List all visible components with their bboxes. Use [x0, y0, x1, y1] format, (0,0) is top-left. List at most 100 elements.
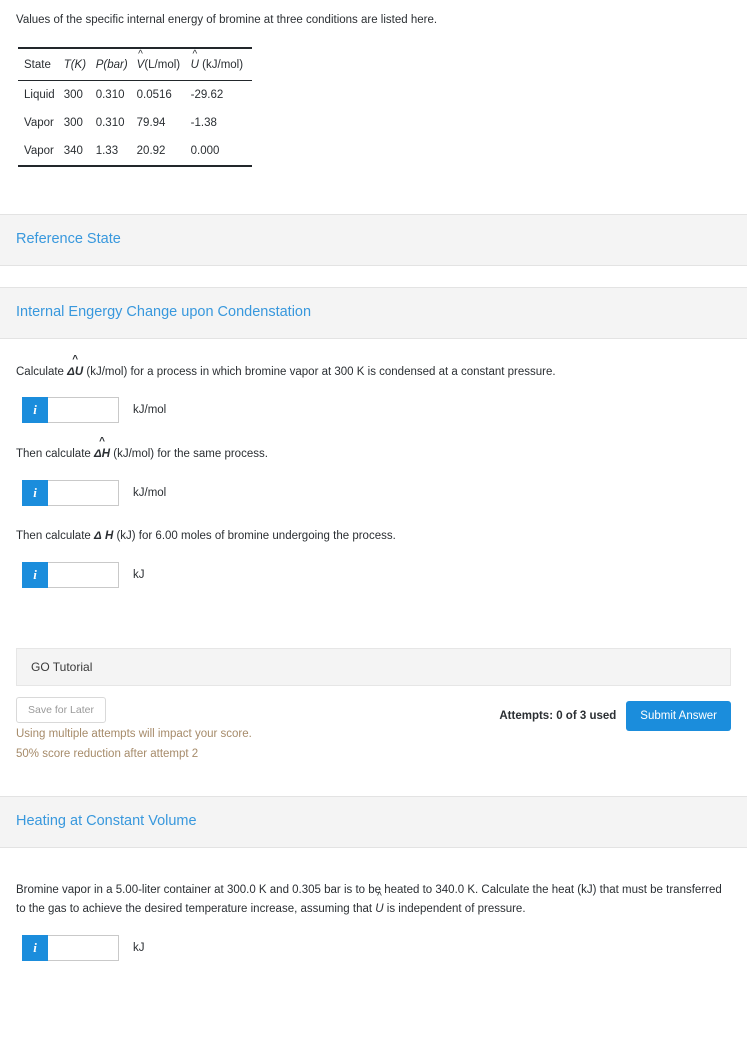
- cell-temperature: 300: [63, 116, 83, 129]
- cell-state: Liquid: [24, 88, 55, 101]
- q2-prefix: Then calculate: [16, 448, 91, 461]
- intro-text: Values of the specific internal energy o…: [16, 14, 438, 26]
- save-for-later-button[interactable]: Save for Later: [16, 696, 106, 723]
- tutorial-wrap: GO Tutorial: [16, 610, 731, 686]
- section-title-reference-state[interactable]: Reference State: [16, 231, 731, 248]
- answer-row-2: i kJ/mol: [22, 480, 731, 507]
- cell-state: Vapor: [24, 116, 54, 129]
- energy-unit: (kJ/mol): [202, 58, 244, 71]
- question-2-text: Then calculate ^ ΔH (kJ/mol) for the same…: [16, 437, 731, 464]
- attempt-warning-line-1: Using multiple attempts will impact your…: [16, 727, 252, 740]
- table-bottom-spacer: [0, 167, 747, 214]
- answer-input-delta-u[interactable]: [48, 397, 119, 424]
- heating-body: Bromine vapor in a 5.00-liter container …: [0, 848, 747, 961]
- q2-delta: Δ: [94, 448, 102, 461]
- section-heating[interactable]: Heating at Constant Volume: [0, 796, 747, 849]
- cell-pressure: 0.310: [95, 88, 125, 101]
- action-bar: Save for Later Using multiple attempts w…: [16, 686, 731, 762]
- answer-row-3: i kJ: [22, 561, 731, 588]
- bromine-properties-table: State T(K) P(bar) ^ V(L/mol) ^ U (kJ/mol) …: [18, 46, 253, 167]
- q1-variable: U: [74, 365, 84, 378]
- hat-accent-icon: ^: [138, 48, 143, 60]
- submit-answer-button[interactable]: Submit Answer: [626, 700, 731, 731]
- info-icon-button-3[interactable]: i: [22, 561, 48, 588]
- volume-letter: V: [136, 58, 145, 71]
- volume-unit: (L/mol): [144, 58, 181, 71]
- table-row: Liquid 300 0.310 0.0516 -29.62: [18, 80, 252, 109]
- action-bar-right: Attempts: 0 of 3 used Submit Answer: [499, 697, 731, 731]
- action-bar-left: Save for Later Using multiple attempts w…: [16, 696, 252, 762]
- hat-accent-icon: ^: [377, 891, 382, 903]
- section-reference-state[interactable]: Reference State: [0, 213, 747, 266]
- cell-volume: 0.0516: [136, 88, 172, 101]
- cell-energy: -29.62: [190, 88, 224, 101]
- table-head: State T(K) P(bar) ^ V(L/mol) ^ U (kJ/mol): [18, 48, 253, 81]
- hat-accent-icon: ^: [192, 48, 198, 60]
- cell-pressure: 0.310: [95, 116, 125, 129]
- column-header-specific-energy: ^ U (kJ/mol): [191, 48, 252, 81]
- q1-delta-u-symbol: ^ ΔU: [67, 354, 84, 382]
- unit-label-heating: kJ: [133, 941, 145, 954]
- hat-accent-icon: ^: [72, 353, 79, 365]
- table-row: Vapor 300 0.310 79.94 -1.38: [18, 109, 252, 137]
- unit-label-2: kJ/mol: [133, 487, 167, 500]
- column-header-state: State: [24, 58, 51, 71]
- heating-line-2-suffix: is independent of pressure.: [386, 903, 526, 916]
- q2-suffix: (kJ/mol) for the same process.: [113, 448, 268, 461]
- heating-question-text: Bromine vapor in a 5.00-liter container …: [16, 882, 728, 919]
- section-title-condensation[interactable]: Internal Engergy Change upon Condenstati…: [16, 304, 731, 321]
- q1-prefix: Calculate: [16, 365, 64, 378]
- answer-input-delta-h[interactable]: [48, 480, 119, 507]
- condensation-body: Calculate ^ ΔU (kJ/mol) for a process in …: [0, 339, 747, 771]
- attempts-counter: Attempts: 0 of 3 used: [499, 709, 617, 722]
- cell-temperature: 340: [63, 144, 83, 157]
- table-row: Vapor 340 1.33 20.92 0.000: [18, 137, 252, 166]
- cell-pressure: 1.33: [95, 144, 119, 157]
- answer-input-total-h[interactable]: [48, 561, 119, 588]
- q1-delta: Δ: [67, 365, 75, 378]
- hat-accent-icon: ^: [99, 436, 105, 448]
- unit-label-1: kJ/mol: [133, 404, 167, 417]
- cell-volume: 79.94: [136, 116, 166, 129]
- heating-u-hat-symbol: ^ U: [375, 892, 384, 919]
- q3-suffix: (kJ) for 6.00 moles of bromine undergoin…: [116, 530, 396, 543]
- q3-prefix: Then calculate: [16, 530, 91, 543]
- answer-row-1: i kJ/mol: [22, 397, 731, 424]
- info-icon-button-1[interactable]: i: [22, 397, 48, 424]
- intro-block: Values of the specific internal energy o…: [0, 0, 747, 167]
- q3-delta: Δ: [94, 530, 102, 543]
- cell-energy: 0.000: [190, 144, 220, 157]
- heating-line-1: Bromine vapor in a 5.00-liter container …: [16, 884, 663, 897]
- temperature-symbol: T(K): [63, 58, 87, 71]
- question-3-text: Then calculate Δ H (kJ) for 6.00 moles o…: [16, 528, 731, 546]
- energy-hat-symbol: ^ U: [190, 49, 199, 71]
- answer-input-heat[interactable]: [48, 934, 119, 961]
- section-gap: [0, 265, 747, 287]
- section-condensation[interactable]: Internal Engergy Change upon Condenstati…: [0, 286, 747, 339]
- q2-delta-h-symbol: ^ ΔH: [94, 437, 110, 464]
- info-icon-button-heating[interactable]: i: [22, 934, 48, 961]
- pre-heating-gap: [0, 770, 747, 797]
- answer-row-heating: i kJ: [22, 934, 731, 961]
- table-body: Liquid 300 0.310 0.0516 -29.62 Vapor 300…: [18, 80, 252, 166]
- pressure-symbol: P(bar): [95, 58, 128, 71]
- section-title-heating[interactable]: Heating at Constant Volume: [16, 813, 731, 830]
- cell-volume: 20.92: [136, 144, 166, 157]
- attempt-warning-line-2: 50% score reduction after attempt 2: [16, 747, 199, 760]
- table-header-row: State T(K) P(bar) ^ V(L/mol) ^ U (kJ/mol): [18, 48, 253, 81]
- unit-label-3: kJ: [133, 568, 145, 581]
- cell-temperature: 300: [63, 88, 83, 101]
- cell-state: Vapor: [24, 144, 54, 157]
- column-header-pressure: P(bar): [96, 48, 137, 81]
- cell-energy: -1.38: [190, 116, 217, 129]
- energy-letter: U: [190, 58, 199, 71]
- q3-variable: H: [104, 530, 114, 543]
- go-tutorial-button[interactable]: GO Tutorial: [16, 647, 731, 686]
- question-1-text: Calculate ^ ΔU (kJ/mol) for a process in …: [16, 354, 731, 382]
- q1-suffix: (kJ/mol) for a process in which bromine …: [86, 365, 556, 378]
- volume-hat-symbol: ^ V: [136, 49, 145, 71]
- column-header-specific-volume: ^ V(L/mol): [137, 48, 191, 81]
- heating-variable: U: [375, 903, 384, 916]
- column-header-temperature: T(K): [64, 48, 96, 81]
- info-icon-button-2[interactable]: i: [22, 480, 48, 507]
